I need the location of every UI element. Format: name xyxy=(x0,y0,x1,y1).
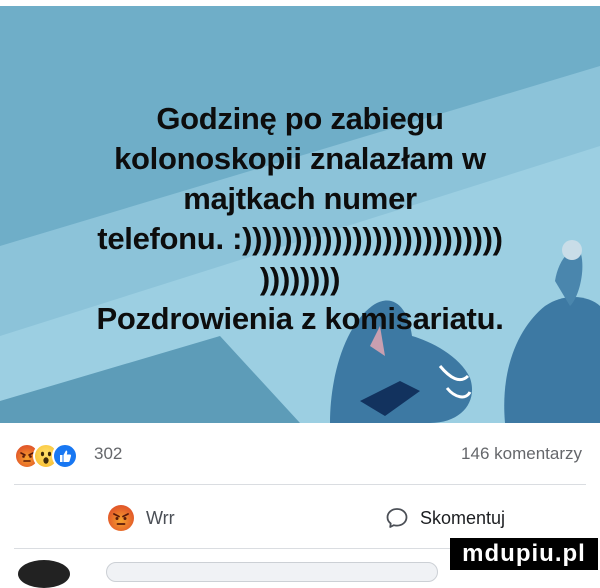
reaction-count[interactable]: 302 xyxy=(94,444,122,464)
comments-count[interactable]: 146 komentarzy xyxy=(461,444,582,464)
post-text-line: majtkach numer xyxy=(183,181,417,216)
comment-input[interactable] xyxy=(106,562,438,582)
react-button-label: Wrr xyxy=(146,507,175,528)
angry-icon xyxy=(108,505,134,531)
comment-composer xyxy=(0,550,450,588)
comment-button[interactable]: Skomentuj xyxy=(384,498,505,538)
comment-bubble-icon xyxy=(386,508,408,528)
post-text-line: telefonu. :)))))))))))))))))))))))))) xyxy=(97,221,503,256)
avatar[interactable] xyxy=(18,560,70,588)
post-text-line: Godzinę po zabiegu xyxy=(156,101,444,136)
reactions-summary[interactable]: 302 146 komentarzy xyxy=(0,428,600,480)
react-button[interactable]: Wrr xyxy=(108,498,175,538)
post-text-line: )))))))) xyxy=(259,261,341,296)
comment-button-label: Skomentuj xyxy=(420,507,506,528)
watermark-logo: mdupiu.pl xyxy=(450,538,598,570)
divider xyxy=(14,484,586,485)
like-icon xyxy=(52,443,78,469)
post-text: Godzinę po zabiegu kolonoskopii znalazła… xyxy=(0,99,600,339)
post-image[interactable]: Godzinę po zabiegu kolonoskopii znalazła… xyxy=(0,6,600,423)
post-text-line: kolonoskopii znalazłam w xyxy=(114,141,486,176)
post-text-line: Pozdrowienia z komisariatu. xyxy=(96,301,504,336)
